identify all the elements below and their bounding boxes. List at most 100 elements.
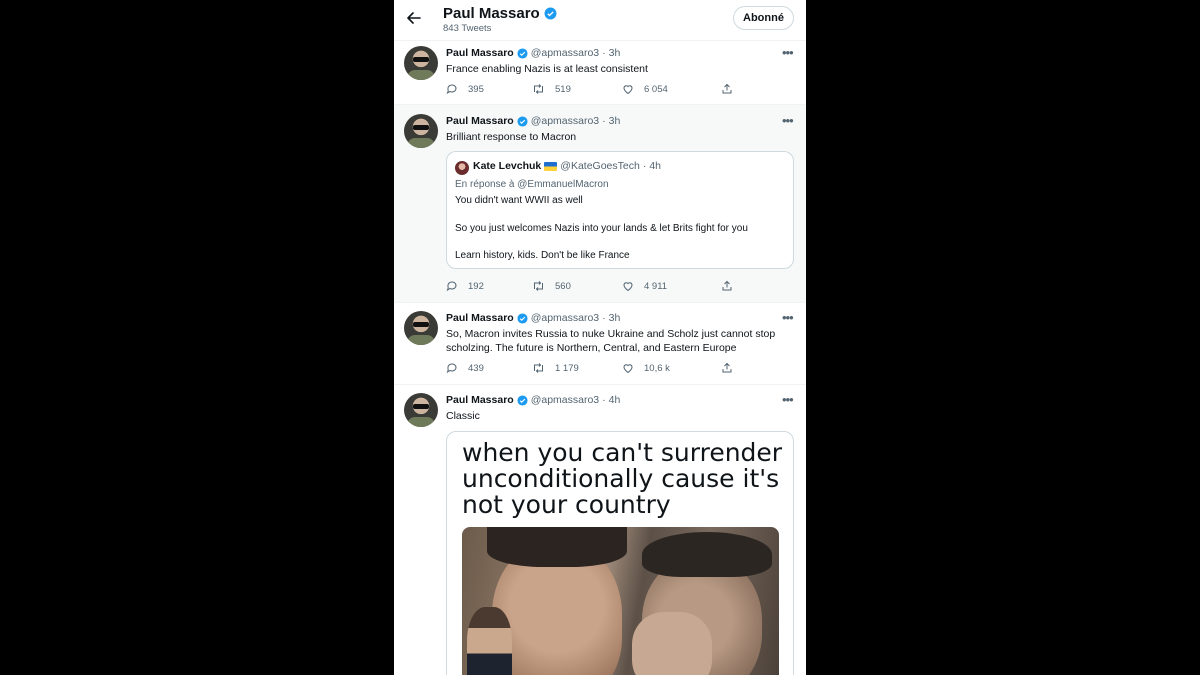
more-icon[interactable]: ••• [782, 113, 794, 128]
tweet-2[interactable]: Paul Massaro @apmassaro3 · 3h ••• Brilli… [394, 104, 806, 302]
separator-dot: · [602, 394, 606, 406]
separator-dot: · [602, 115, 606, 127]
separator-dot: · [602, 312, 606, 324]
author-handle[interactable]: @apmassaro3 [531, 115, 599, 127]
quoted-text-line-3: Learn history, kids. Don't be like Franc… [455, 250, 630, 261]
tweet-meta: Paul Massaro @apmassaro3 · 4h [446, 394, 620, 406]
avatar[interactable] [404, 311, 438, 345]
verified-badge-icon [517, 47, 528, 59]
author-name[interactable]: Paul Massaro [446, 115, 514, 127]
retweet-icon [534, 84, 543, 94]
avatar[interactable] [404, 393, 438, 427]
verified-badge-icon [517, 312, 528, 324]
following-button[interactable]: Abonné [733, 6, 794, 30]
tweet-time[interactable]: 3h [609, 47, 621, 59]
reply-button[interactable]: 395 [446, 83, 484, 95]
like-count: 10,6 k [644, 362, 670, 374]
tweet-count: 843 Tweets [443, 23, 492, 34]
quoted-avatar[interactable] [455, 161, 469, 175]
arrow-left-icon [407, 12, 421, 24]
reply-icon [446, 84, 457, 95]
author-name[interactable]: Paul Massaro [446, 312, 514, 324]
share-icon [722, 280, 732, 291]
tweet-meta: Paul Massaro @apmassaro3 · 3h [446, 312, 620, 324]
like-count: 6 054 [644, 83, 668, 95]
reply-count: 395 [468, 83, 484, 95]
verified-badge-icon [517, 394, 528, 406]
quoted-text-line-2: So you just welcomes Nazis into your lan… [455, 223, 748, 234]
like-icon [623, 85, 633, 95]
quoted-text-line-1: You didn't want WWII as well [455, 195, 583, 206]
reply-icon [446, 281, 457, 292]
author-handle[interactable]: @apmassaro3 [531, 312, 599, 324]
quoted-tweet[interactable]: Kate Levchuk @KateGoesTech · 4h En répon… [446, 151, 794, 269]
tweet-text: Classic [446, 410, 480, 422]
author-name[interactable]: Paul Massaro [446, 394, 514, 406]
reply-button[interactable]: 192 [446, 280, 484, 292]
more-icon[interactable]: ••• [782, 310, 794, 325]
reply-count: 439 [468, 362, 484, 374]
share-icon [722, 83, 732, 94]
like-button[interactable]: 6 054 [622, 83, 668, 95]
timeline-column: Paul Massaro 843 Tweets Abonné Paul Mass… [394, 0, 806, 675]
ukraine-flag-icon [544, 161, 558, 171]
tweet-time[interactable]: 4h [609, 394, 621, 406]
tweet-actions: 439 1 179 10,6 k [446, 362, 786, 378]
more-icon[interactable]: ••• [782, 45, 794, 60]
reply-count: 192 [468, 280, 484, 292]
author-handle[interactable]: @apmassaro3 [531, 394, 599, 406]
quoted-author-handle[interactable]: @KateGoesTech [560, 160, 640, 172]
reply-icon [446, 363, 457, 374]
like-count: 4 911 [644, 280, 668, 292]
profile-name-text: Paul Massaro [443, 5, 540, 22]
retweet-icon [534, 281, 543, 291]
tweet-actions: 395 519 6 054 [446, 83, 786, 99]
verified-badge-icon [517, 115, 528, 127]
quoted-time[interactable]: 4h [649, 160, 661, 172]
tweet-3[interactable]: Paul Massaro @apmassaro3 · 3h ••• So, Ma… [394, 302, 806, 384]
verified-badge-icon [544, 7, 557, 20]
reply-button[interactable]: 439 [446, 362, 484, 374]
separator-dot: · [602, 47, 606, 59]
retweet-count: 560 [555, 280, 571, 292]
avatar[interactable] [404, 46, 438, 80]
like-icon [623, 364, 633, 374]
more-icon[interactable]: ••• [782, 392, 794, 407]
meme-photo [462, 527, 779, 675]
retweet-button[interactable]: 519 [532, 83, 571, 95]
reply-context: En réponse à @EmmanuelMacron [455, 179, 609, 190]
tweet-text: Brilliant response to Macron [446, 131, 577, 143]
tweet-time[interactable]: 3h [609, 312, 621, 324]
author-handle[interactable]: @apmassaro3 [531, 47, 599, 59]
tweet-1[interactable]: Paul Massaro @apmassaro3 · 3h ••• France… [394, 40, 806, 104]
back-button[interactable] [403, 7, 425, 29]
like-button[interactable]: 10,6 k [622, 362, 670, 374]
author-name[interactable]: Paul Massaro [446, 47, 514, 59]
avatar[interactable] [404, 114, 438, 148]
quoted-meta: Kate Levchuk @KateGoesTech · 4h [473, 160, 661, 172]
profile-header: Paul Massaro 843 Tweets Abonné [394, 0, 806, 40]
separator-dot: · [642, 160, 647, 172]
retweet-button[interactable]: 1 179 [532, 362, 579, 374]
tweet-meta: Paul Massaro @apmassaro3 · 3h [446, 115, 620, 127]
share-button[interactable] [721, 83, 733, 95]
tweet-4[interactable]: Paul Massaro @apmassaro3 · 4h ••• Classi… [394, 384, 806, 675]
retweet-button[interactable]: 560 [532, 280, 571, 292]
tweet-actions: 192 560 4 911 [446, 280, 786, 296]
quoted-author-name[interactable]: Kate Levchuk [473, 160, 541, 172]
share-button[interactable] [721, 362, 733, 374]
like-icon [623, 282, 633, 292]
share-button[interactable] [721, 280, 733, 292]
meme-caption: when you can't surrender unconditionally… [462, 438, 783, 519]
tweet-time[interactable]: 3h [609, 115, 621, 127]
like-button[interactable]: 4 911 [622, 280, 667, 292]
share-icon [722, 362, 732, 373]
profile-name: Paul Massaro [443, 5, 557, 22]
retweet-icon [534, 363, 543, 373]
tweet-media-image[interactable]: when you can't surrender unconditionally… [446, 431, 794, 675]
tweet-meta: Paul Massaro @apmassaro3 · 3h [446, 47, 620, 59]
retweet-count: 519 [555, 83, 571, 95]
tweet-text: So, Macron invites Russia to nuke Ukrain… [446, 328, 776, 354]
retweet-count: 1 179 [555, 362, 579, 374]
tweet-text: France enabling Nazis is at least consis… [446, 63, 648, 75]
